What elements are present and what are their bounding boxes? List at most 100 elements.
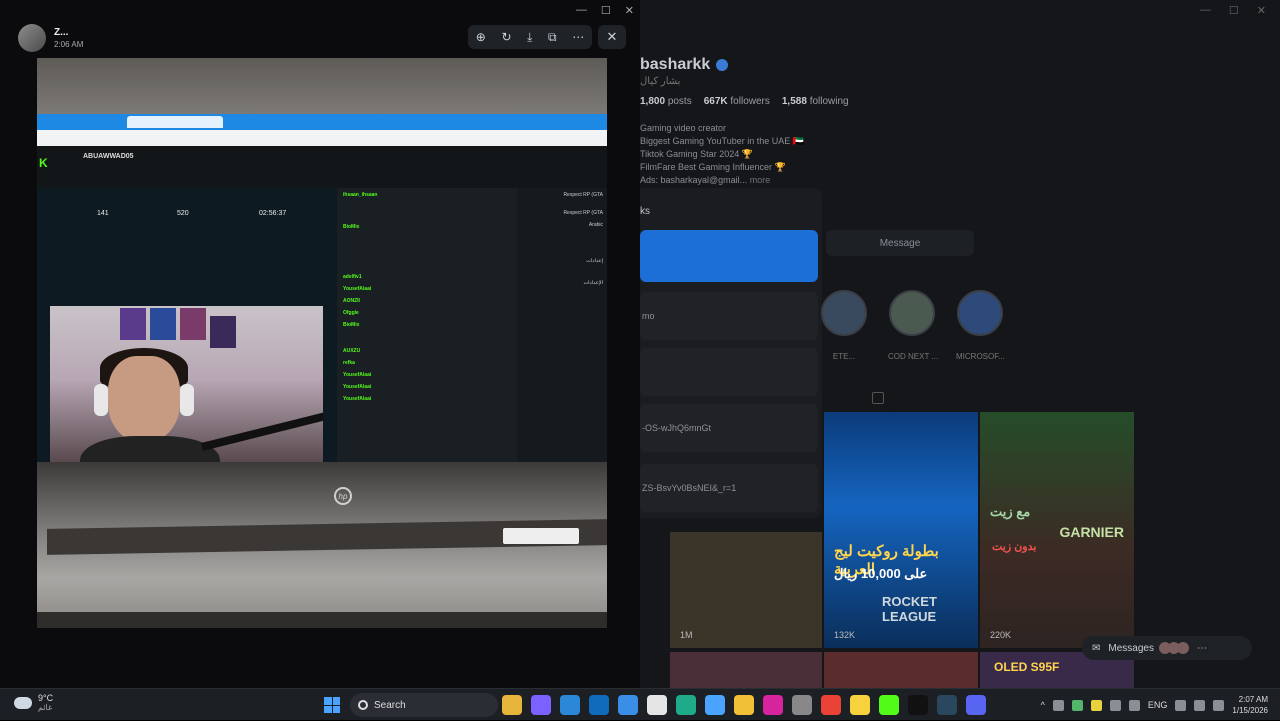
message-avatars	[1158, 642, 1189, 654]
sheets-icon[interactable]	[705, 695, 725, 715]
chatgpt-icon[interactable]	[647, 695, 667, 715]
highlight-item[interactable]: ETE...	[820, 290, 868, 361]
minimize-button[interactable]: —	[576, 4, 587, 17]
edge-icon[interactable]	[676, 695, 696, 715]
shared-photo: K ABUAWWAD05 141 520 02:56:37 ihsaan_ihs…	[37, 58, 607, 628]
clock-date: 1/15/2026	[1232, 706, 1268, 715]
post-subtitle-arabic: بدون زيت	[992, 541, 1037, 553]
close-button[interactable]: ✕	[625, 4, 634, 17]
post-tile[interactable]	[824, 652, 978, 688]
system-tray: ^ ENG 2:07 AM 1/15/2026	[1041, 689, 1268, 721]
tiktok-icon[interactable]	[908, 695, 928, 715]
photo-viewer: — ☐ ✕ Z... 2:06 AM ⊕ ↻ ⤓ ⧉ ⋯ ✕ K ABUAWWA…	[0, 0, 640, 688]
search-label: Search	[374, 699, 406, 711]
maximize-button[interactable]: ☐	[601, 4, 611, 17]
clock-time: 2:07 AM	[1238, 695, 1268, 704]
post-title-arabic: مع زيت	[990, 504, 1031, 519]
open-external-icon[interactable]: ⧉	[548, 30, 557, 45]
zoom-in-icon[interactable]: ⊕	[476, 30, 486, 44]
profile-bio: Gaming video creator Biggest Gaming YouT…	[640, 122, 804, 187]
more-icon: ⋯	[1196, 642, 1207, 654]
mail-icon[interactable]	[618, 695, 638, 715]
close-viewer-button[interactable]: ✕	[598, 25, 626, 49]
post-brand: GARNIER	[1059, 524, 1124, 540]
folder-icon[interactable]	[734, 695, 754, 715]
network-icon[interactable]	[1175, 699, 1187, 711]
dropdown-item[interactable]: mo	[640, 292, 818, 340]
language-indicator[interactable]: ENG	[1148, 700, 1168, 710]
volume-icon[interactable]	[1194, 699, 1206, 711]
discord-icon[interactable]	[966, 695, 986, 715]
highlight-item[interactable]: MICROSOF...	[956, 290, 1005, 361]
tagged-tab-icon[interactable]	[872, 392, 884, 404]
start-button[interactable]	[324, 697, 340, 713]
taskbar-search[interactable]: Search	[350, 693, 498, 717]
messages-button[interactable]: ✉ Messages ⋯	[1082, 636, 1252, 660]
more-link[interactable]: more	[750, 175, 771, 185]
tray-app-icon[interactable]	[1052, 699, 1064, 711]
message-button[interactable]: Message	[826, 230, 974, 256]
stat-value: 02:56:37	[259, 210, 287, 217]
download-icon[interactable]: ⤓	[527, 30, 532, 45]
minimize-button[interactable]: —	[1200, 4, 1211, 18]
followers-stat[interactable]: 667K followers	[704, 96, 770, 107]
maximize-button[interactable]: ☐	[1229, 4, 1239, 18]
sender-time: 2:06 AM	[54, 40, 84, 49]
hp-logo: hp	[334, 487, 352, 505]
laptop-screen: K ABUAWWAD05 141 520 02:56:37 ihsaan_ihs…	[37, 114, 607, 518]
instagram-window: — ☐ ✕ basharkk بشار كيال 1,800 posts 667…	[620, 0, 1280, 688]
story-highlights: ETE... COD NEXT ... MICROSOF...	[820, 290, 1005, 361]
avatar[interactable]	[18, 24, 46, 52]
tray-app-icon[interactable]	[1071, 699, 1083, 711]
posts-stat[interactable]: 1,800 posts	[640, 96, 692, 107]
viewer-window-controls: — ☐ ✕	[576, 4, 634, 17]
username-text: basharkk	[640, 56, 711, 73]
copilot-icon[interactable]	[531, 695, 551, 715]
files-icon[interactable]	[502, 695, 522, 715]
wifi-icon[interactable]	[1109, 699, 1121, 711]
views-count: 1M	[680, 630, 693, 640]
post-brand: OLED S95F	[994, 660, 1060, 674]
dropdown-item[interactable]	[640, 348, 818, 396]
kick-icon[interactable]	[879, 695, 899, 715]
chevron-up-icon[interactable]: ^	[1041, 700, 1045, 710]
pinned-apps	[502, 695, 986, 715]
cloud-icon	[14, 696, 32, 709]
store-icon[interactable]	[560, 695, 580, 715]
dropdown-title: ks	[640, 206, 650, 217]
tray-app-icon[interactable]	[1090, 699, 1102, 711]
laptop-body: hp	[37, 462, 607, 628]
mic-icon[interactable]	[1128, 699, 1140, 711]
more-icon[interactable]: ⋯	[572, 30, 584, 44]
weather-widget[interactable]: 9°C غائم	[14, 693, 53, 712]
window-controls: — ☐ ✕	[620, 0, 1280, 22]
post-tile[interactable]	[670, 652, 822, 688]
outlook-icon[interactable]	[589, 695, 609, 715]
bio-line: Tiktok Gaming Star 2024 🏆	[640, 149, 753, 159]
steam-icon[interactable]	[937, 695, 957, 715]
browser-tab	[127, 116, 223, 128]
bio-ads: Ads: basharkayal@gmail... more	[640, 175, 771, 185]
camera-icon[interactable]	[792, 695, 812, 715]
keyboard-row	[37, 612, 607, 628]
poster	[120, 308, 146, 340]
post-tile[interactable]: 1M	[670, 532, 822, 648]
poster	[180, 308, 206, 340]
instagram-icon[interactable]	[763, 695, 783, 715]
rotate-icon[interactable]: ↻	[501, 30, 511, 44]
bio-line: Biggest Gaming YouTuber in the UAE 🇦🇪	[640, 136, 804, 146]
highlight-item[interactable]: COD NEXT ...	[888, 290, 938, 361]
chrome-icon[interactable]	[821, 695, 841, 715]
dropdown-selected-item[interactable]	[640, 230, 818, 282]
clock[interactable]: 2:07 AM 1/15/2026	[1232, 694, 1268, 716]
following-stat[interactable]: 1,588 following	[782, 96, 849, 107]
bio-line: Gaming video creator	[640, 123, 727, 133]
views-count: 220K	[990, 630, 1012, 640]
battery-icon[interactable]	[1213, 699, 1225, 711]
notes-icon[interactable]	[850, 695, 870, 715]
post-tile[interactable]: مع زيت GARNIER بدون زيت 220K	[980, 412, 1134, 648]
messages-icon: ✉	[1092, 642, 1101, 654]
close-button[interactable]: ✕	[1257, 4, 1266, 18]
post-tile[interactable]: بطولة روكيت ليج العربية على 10,000 ريال …	[824, 412, 978, 648]
streamer-face	[108, 356, 180, 442]
